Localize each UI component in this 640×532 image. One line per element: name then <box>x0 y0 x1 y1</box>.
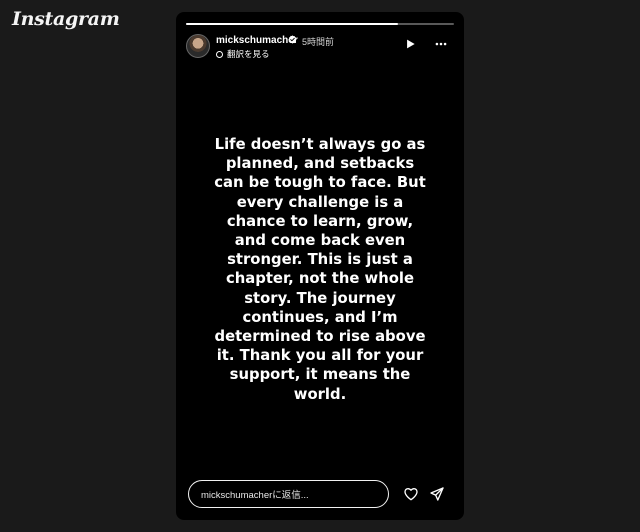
more-icon[interactable] <box>432 37 450 51</box>
story-username[interactable]: mickschumacher <box>216 35 298 46</box>
avatar[interactable] <box>186 34 210 58</box>
story-card[interactable]: mickschumacher 5時間前 翻訳を見る Life doesn’t a… <box>176 12 464 520</box>
reply-input[interactable]: mickschumacherに返信... <box>188 480 389 508</box>
heart-icon[interactable] <box>402 486 420 502</box>
story-progress-fill <box>186 23 398 25</box>
story-time: 5時間前 <box>302 37 335 47</box>
translate-link[interactable]: 翻訳を見る <box>216 48 270 60</box>
send-icon[interactable] <box>429 486 445 502</box>
story-header: mickschumacher 5時間前 翻訳を見る <box>186 34 452 62</box>
play-icon[interactable] <box>403 37 417 51</box>
translate-icon <box>216 50 223 58</box>
instagram-page: Instagram mickschumacher 5時間前 翻訳を見る Life… <box>0 0 640 532</box>
story-text: Life doesn’t always go as planned, and s… <box>214 136 426 403</box>
story-progress-bar <box>186 23 454 25</box>
instagram-logo[interactable]: Instagram <box>12 8 120 30</box>
verified-icon <box>288 35 297 44</box>
translate-label: 翻訳を見る <box>227 49 270 59</box>
reply-placeholder: mickschumacherに返信... <box>201 490 309 501</box>
